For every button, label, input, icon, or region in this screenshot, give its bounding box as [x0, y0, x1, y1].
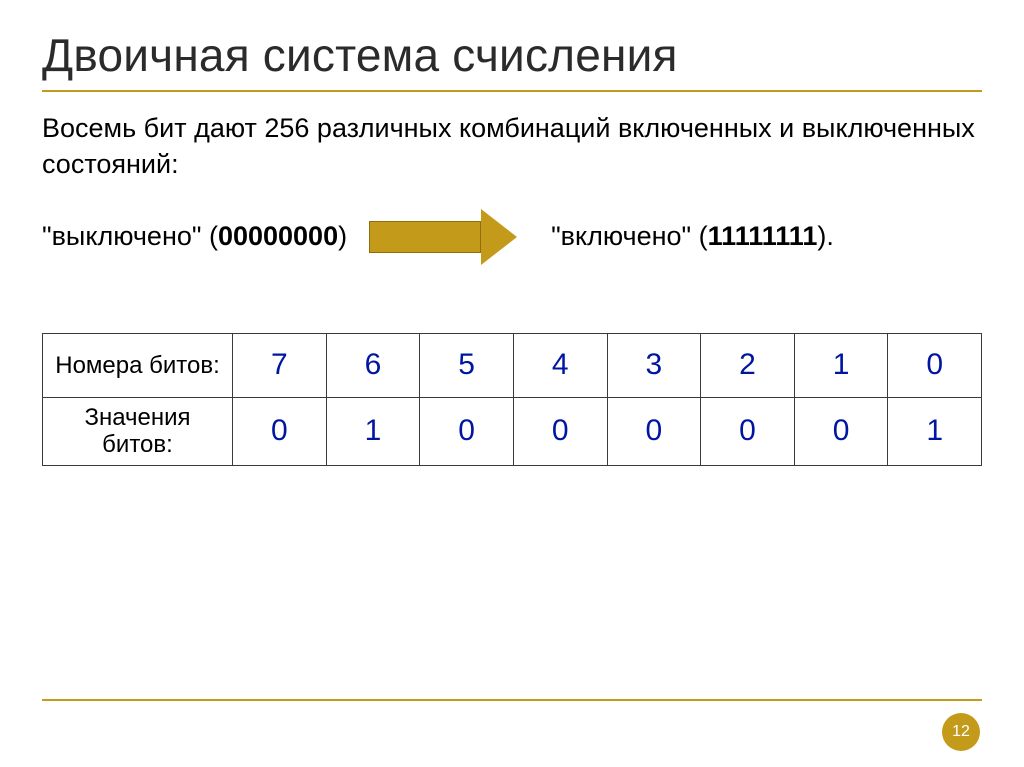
bit-numbers-label: Номера битов: [43, 333, 233, 397]
page-number-badge: 12 [942, 713, 980, 751]
page-number: 12 [952, 723, 970, 741]
off-label: "выключено" ( [42, 221, 218, 251]
title-rule [42, 90, 982, 92]
off-state: "выключено" (00000000) [42, 221, 347, 252]
bit-number: 7 [233, 333, 327, 397]
body-text: Восемь бит дают 256 различных комбинаций… [42, 110, 982, 183]
footer-rule [42, 699, 982, 701]
on-close: ). [817, 221, 834, 251]
off-code: 00000000 [218, 221, 338, 251]
bit-number: 3 [607, 333, 701, 397]
on-state: "включено" (11111111). [551, 221, 834, 252]
bit-value: 0 [607, 397, 701, 465]
bit-number: 5 [420, 333, 514, 397]
bit-values-label: Значения битов: [43, 397, 233, 465]
on-label: "включено" ( [551, 221, 708, 251]
bit-number: 6 [326, 333, 420, 397]
bit-number: 2 [701, 333, 795, 397]
bit-value: 0 [794, 397, 888, 465]
bit-value: 0 [513, 397, 607, 465]
bit-number: 4 [513, 333, 607, 397]
slide-title: Двоичная система счисления [42, 28, 982, 82]
states-row: "выключено" (00000000) "включено" (11111… [42, 209, 982, 265]
bits-table: Номера битов: 7 6 5 4 3 2 1 0 Значения б… [42, 333, 982, 466]
bit-value: 0 [233, 397, 327, 465]
off-close: ) [338, 221, 347, 251]
table-row: Номера битов: 7 6 5 4 3 2 1 0 [43, 333, 982, 397]
arrow-icon [369, 209, 517, 265]
bit-value: 1 [326, 397, 420, 465]
bit-number: 0 [888, 333, 982, 397]
bit-value: 0 [420, 397, 514, 465]
bit-value: 1 [888, 397, 982, 465]
slide: Двоичная система счисления Восемь бит да… [0, 0, 1024, 767]
on-code: 11111111 [708, 221, 818, 251]
bit-value: 0 [701, 397, 795, 465]
bit-number: 1 [794, 333, 888, 397]
table-row: Значения битов: 0 1 0 0 0 0 0 1 [43, 397, 982, 465]
